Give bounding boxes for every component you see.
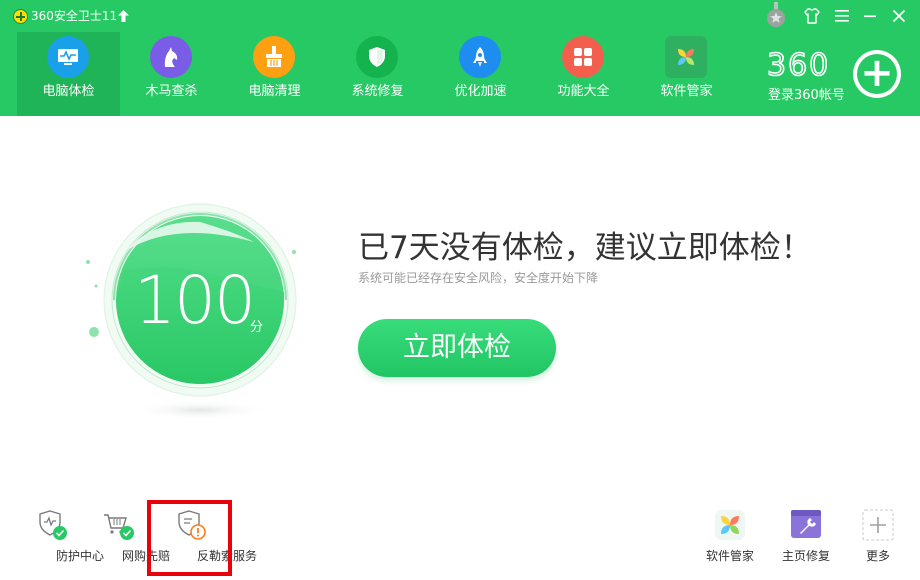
wrench-icon — [791, 510, 821, 538]
nav-label: 软件管家 — [660, 84, 713, 99]
nav-item-repair[interactable]: 系统修复 — [326, 32, 429, 116]
nav-item-trojan[interactable]: 木马查杀 — [120, 32, 223, 116]
upgrade-arrow-icon[interactable] — [118, 10, 129, 22]
score-value: 100 — [134, 262, 256, 339]
nav-label: 电脑体检 — [42, 84, 95, 99]
nav-item-software[interactable]: 软件管家 — [635, 32, 738, 116]
rocket-icon — [459, 36, 501, 78]
tool-label: 更多 — [865, 549, 890, 563]
monitor-icon — [47, 36, 89, 78]
skin-icon[interactable] — [802, 6, 822, 26]
plus-icon — [862, 509, 894, 541]
nav-label: 系统修复 — [351, 84, 404, 99]
highlight-box — [147, 500, 232, 576]
account-plus-icon[interactable] — [853, 50, 901, 98]
nav-label: 木马查杀 — [145, 84, 198, 99]
nav-item-cleanup[interactable]: 电脑清理 — [223, 32, 326, 116]
titlebar: 360安全卫士11 — [0, 0, 920, 32]
score-unit: 分 — [250, 320, 264, 335]
tool-label: 防护中心 — [55, 549, 104, 563]
broom-icon — [253, 36, 295, 78]
grid-icon — [562, 36, 604, 78]
checkup-headline: 已7天没有体检，建议立即体检！ — [358, 230, 812, 266]
app-logo-icon — [13, 9, 28, 24]
close-icon[interactable] — [889, 6, 909, 26]
nav-label: 电脑清理 — [248, 84, 301, 99]
nav-label: 功能大全 — [557, 84, 610, 99]
shield-check-icon — [39, 510, 67, 540]
checkup-subline: 系统可能已经存在安全风险，安全度开始下降 — [358, 271, 599, 285]
tool-label: 主页修复 — [781, 549, 830, 563]
tool-label: 软件管家 — [705, 549, 754, 563]
cart-check-icon — [104, 514, 134, 540]
nav-item-checkup[interactable]: 电脑体检 — [17, 32, 120, 116]
nav-item-speedup[interactable]: 优化加速 — [429, 32, 532, 116]
nav-item-features[interactable]: 功能大全 — [532, 32, 635, 116]
header: 360安全卫士11 电脑体检 木马查杀 电脑清理 系统修复 优化加速 功能大全 … — [0, 0, 920, 116]
nav-label: 优化加速 — [454, 84, 507, 99]
app-title: 360安全卫士11 — [31, 9, 118, 23]
svg-text:360: 360 — [767, 51, 830, 79]
login-account-label[interactable]: 登录360帐号 — [768, 84, 845, 103]
menu-icon[interactable] — [832, 6, 852, 26]
minimize-icon[interactable] — [860, 6, 880, 26]
medal-icon[interactable] — [766, 2, 786, 28]
flower-icon — [715, 510, 745, 540]
check-now-button[interactable]: 立即体检 — [358, 319, 556, 377]
flower-icon — [665, 36, 707, 78]
shield-icon — [356, 36, 398, 78]
horse-icon — [150, 36, 192, 78]
brand-360-logo: 360 — [767, 51, 830, 79]
